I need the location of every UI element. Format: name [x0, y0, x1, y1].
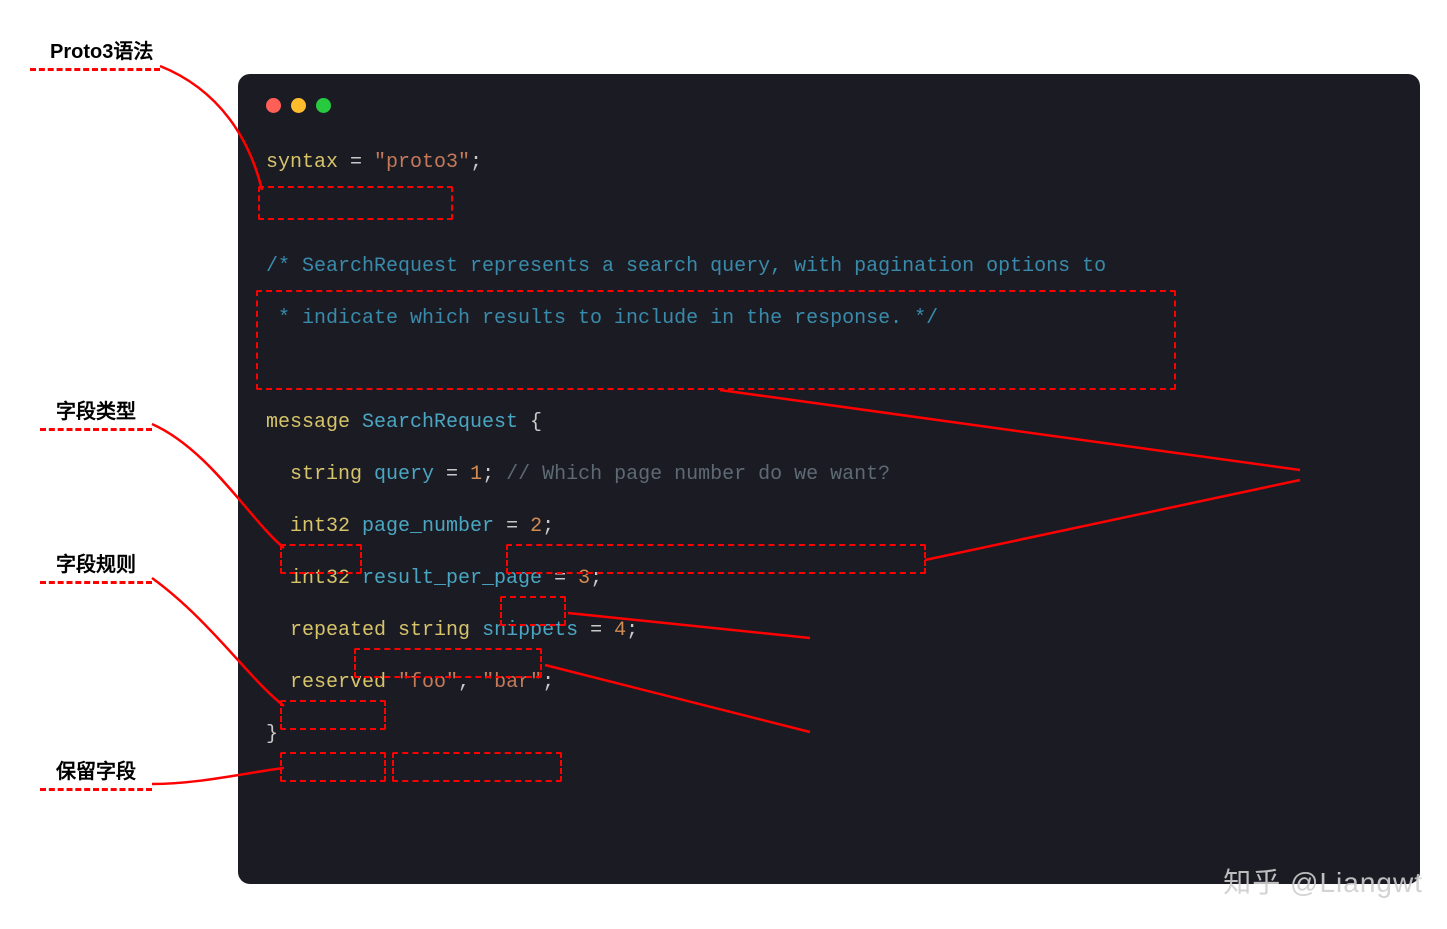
- type-int32-1: int32: [290, 515, 350, 538]
- box-kw-reserved: [280, 752, 386, 782]
- num-4: 4: [614, 619, 626, 642]
- name-pagenumber: page_number: [350, 515, 494, 538]
- maximize-dot-icon: [316, 98, 331, 113]
- label-field-rule: 字段规则: [56, 548, 136, 577]
- code-line-message: message SearchRequest {: [266, 397, 1392, 449]
- punct-eq: =: [338, 151, 374, 174]
- indent5: [266, 671, 290, 694]
- kw-syntax: syntax: [266, 151, 338, 174]
- underline-field-type: [40, 428, 152, 431]
- msg-name: SearchRequest: [350, 411, 530, 434]
- box-line-comment: [506, 544, 926, 574]
- punct-semi5: ;: [626, 619, 638, 642]
- label-reserved-field: 保留字段: [56, 755, 136, 784]
- indent2: [266, 515, 290, 538]
- num-2: 2: [530, 515, 542, 538]
- indent: [266, 463, 290, 486]
- str-proto3: "proto3": [374, 151, 470, 174]
- punct-eq2: =: [434, 463, 470, 486]
- underline-field-rule: [40, 581, 152, 584]
- kw-message: message: [266, 411, 350, 434]
- block-comment-l1: /* SearchRequest represents a search que…: [266, 255, 1106, 278]
- minimize-dot-icon: [291, 98, 306, 113]
- box-reserved-strings: [392, 752, 562, 782]
- label-proto3-syntax: Proto3语法: [50, 35, 153, 64]
- punct-semi: ;: [470, 151, 482, 174]
- box-block-comment: [256, 290, 1176, 390]
- code-line-query: string query = 1; // Which page number d…: [266, 449, 1392, 501]
- indent4: [266, 619, 290, 642]
- type-string2: string: [398, 619, 470, 642]
- punct-eq3: =: [494, 515, 530, 538]
- box-type-string: [280, 544, 362, 574]
- box-kw-repeated: [280, 700, 386, 730]
- underline-proto3: [30, 68, 160, 71]
- name-query: query: [362, 463, 434, 486]
- num-1: 1: [470, 463, 482, 486]
- line-comment: // Which page number do we want?: [506, 463, 890, 486]
- underline-reserved: [40, 788, 152, 791]
- punct-semi6: ;: [542, 671, 554, 694]
- box-syntax-line: [258, 186, 453, 220]
- traffic-lights: [266, 98, 1392, 113]
- punct-semi3: ;: [542, 515, 554, 538]
- code-line-comment1: /* SearchRequest represents a search que…: [266, 241, 1392, 293]
- brace-close: }: [266, 723, 278, 746]
- kw-repeated: repeated: [290, 619, 398, 642]
- type-string: string: [290, 463, 362, 486]
- punct-eq5: =: [578, 619, 614, 642]
- code-line-syntax: syntax = "proto3";: [266, 137, 1392, 189]
- brace-open: {: [530, 411, 542, 434]
- punct-semi2: ;: [482, 463, 494, 486]
- label-field-type: 字段类型: [56, 395, 136, 424]
- box-field-name-result: [354, 648, 542, 678]
- close-dot-icon: [266, 98, 281, 113]
- watermark: 知乎 @Liangwt: [1223, 861, 1423, 901]
- box-field-number-2: [500, 596, 566, 626]
